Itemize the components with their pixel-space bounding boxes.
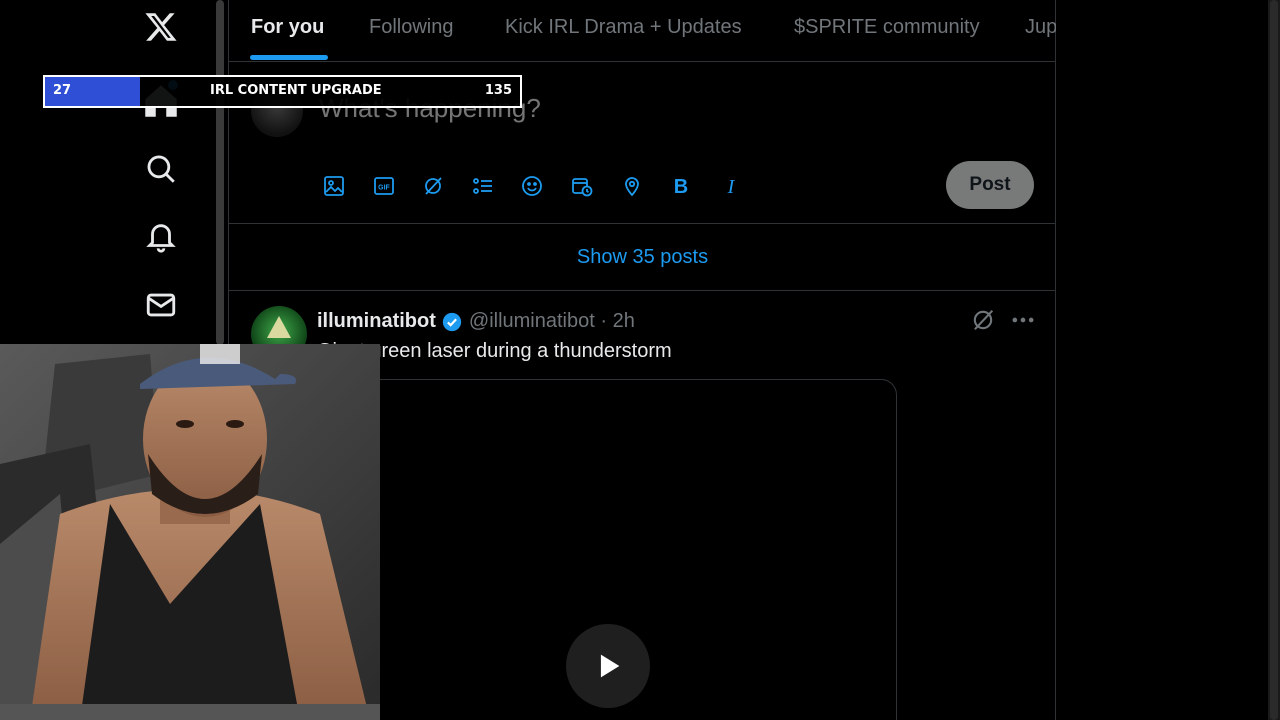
svg-text:B: B <box>674 176 688 198</box>
tweet-header: illuminatibot @illuminatibot · 2h <box>317 310 635 333</box>
mail-icon[interactable] <box>140 284 182 326</box>
bell-icon[interactable] <box>140 216 182 258</box>
verified-badge-icon <box>442 312 462 331</box>
image-icon[interactable] <box>319 171 349 201</box>
active-tab-indicator <box>250 55 328 60</box>
tab-sprite-community[interactable]: $SPRITE community <box>794 16 980 39</box>
schedule-icon[interactable] <box>567 171 597 201</box>
progress-goal-value: 135 <box>484 83 512 98</box>
left-scrollbar[interactable] <box>216 0 224 345</box>
svg-text:GIF: GIF <box>378 185 390 192</box>
webcam-feed <box>0 344 380 720</box>
search-icon[interactable] <box>140 148 182 190</box>
progress-current-value: 27 <box>53 83 72 98</box>
tab-jup[interactable]: Jup <box>1025 16 1056 39</box>
location-icon[interactable] <box>617 171 647 201</box>
timeline-tabs: For you Following Kick IRL Drama + Updat… <box>229 0 1056 62</box>
grok-icon[interactable] <box>418 171 448 201</box>
more-options-icon[interactable] <box>1009 306 1037 334</box>
page-scrollbar[interactable] <box>1268 0 1280 720</box>
poll-icon[interactable] <box>468 171 498 201</box>
tab-kick-irl-drama[interactable]: Kick IRL Drama + Updates <box>505 16 742 39</box>
tweet-handle-time[interactable]: @illuminatibot · 2h <box>469 310 635 333</box>
x-logo-icon[interactable] <box>140 6 182 48</box>
play-icon[interactable] <box>566 624 650 708</box>
post-button[interactable]: Post <box>946 161 1034 209</box>
svg-text:I: I <box>727 176 736 198</box>
grok-icon[interactable] <box>969 306 997 334</box>
italic-icon[interactable]: I <box>716 171 746 201</box>
scrollbar-thumb[interactable] <box>1270 0 1278 720</box>
progress-title: IRL CONTENT UPGRADE <box>210 83 382 98</box>
irl-upgrade-progress-bar: 27 IRL CONTENT UPGRADE 135 <box>43 75 522 108</box>
tab-for-you[interactable]: For you <box>251 16 324 39</box>
show-new-posts-button[interactable]: Show 35 posts <box>229 225 1056 291</box>
emoji-icon[interactable] <box>517 171 547 201</box>
tweet-video[interactable] <box>317 379 897 720</box>
gif-icon[interactable]: GIF <box>369 171 399 201</box>
tweet-author-name[interactable]: illuminatibot <box>317 310 436 333</box>
tab-following[interactable]: Following <box>369 16 453 39</box>
bold-icon[interactable]: B <box>666 171 696 201</box>
